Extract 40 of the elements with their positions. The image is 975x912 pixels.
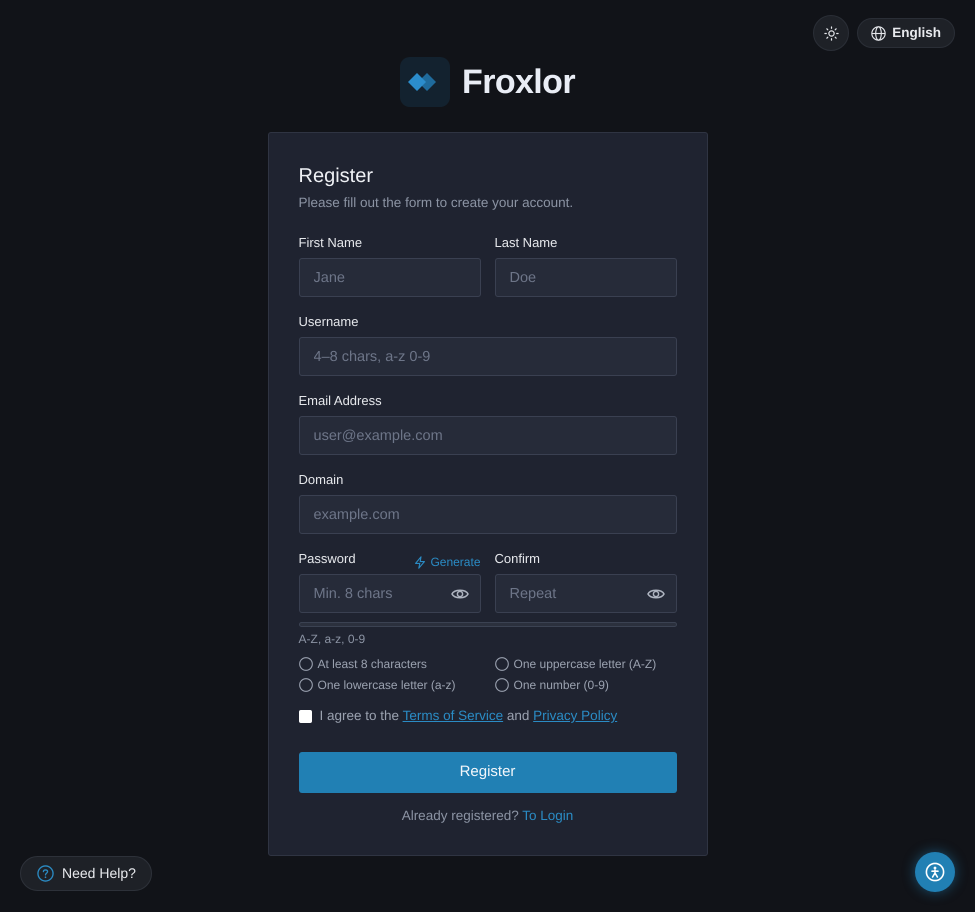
policy-link[interactable]: Terms of Service xyxy=(402,708,504,723)
sun-icon xyxy=(824,26,839,40)
theme-toggle-button[interactable] xyxy=(813,15,850,51)
logo-icon xyxy=(400,57,450,107)
language-button[interactable]: English xyxy=(857,18,955,48)
globe-icon xyxy=(871,26,886,40)
field-label: Confirm xyxy=(494,550,540,568)
login-prompt: Already registered? To Login xyxy=(400,807,574,825)
lightning-icon xyxy=(414,556,426,568)
password-hint: A-Z, a-z, 0-9 xyxy=(298,631,366,647)
password-field[interactable]: Repeat xyxy=(494,574,676,613)
field-label: Email Address xyxy=(298,392,382,410)
login-link[interactable]: To Login xyxy=(522,808,574,823)
password-field[interactable]: Min. 8 chars xyxy=(298,574,480,613)
question-icon xyxy=(37,865,54,882)
field-label: Username xyxy=(298,313,358,331)
form-title: Register xyxy=(298,164,374,189)
generate-link[interactable]: Generate xyxy=(414,553,480,571)
input-field[interactable]: 4–8 chars, a-z 0-9 xyxy=(298,337,676,376)
requirement-text: At least 8 characters xyxy=(318,656,427,672)
requirement-text: One lowercase letter (a-z) xyxy=(318,677,456,693)
field-label: Password xyxy=(298,550,356,568)
field-label: Domain xyxy=(298,471,344,489)
accessibility-button[interactable] xyxy=(915,852,955,892)
help-button[interactable]: Need Help? xyxy=(20,856,152,891)
person-circle-icon xyxy=(925,862,945,882)
field-label: Last Name xyxy=(494,234,558,252)
input-field[interactable]: user@example.com xyxy=(298,416,676,455)
form-subtitle: Please fill out the form to create your account. xyxy=(298,194,574,212)
policy-link[interactable]: Privacy Policy xyxy=(533,708,618,723)
requirement-text: One uppercase letter (A-Z) xyxy=(514,656,656,672)
input-field[interactable]: example.com xyxy=(298,495,676,534)
agreement-text: I agree to the Terms of Service and Privacy Policy xyxy=(320,707,618,725)
agree-checkbox[interactable] xyxy=(298,710,312,722)
brand-name: Froxlor xyxy=(462,62,575,103)
input-field[interactable]: Doe xyxy=(494,258,676,297)
requirement-text: One number (0-9) xyxy=(514,677,609,693)
input-field[interactable]: Jane xyxy=(298,258,480,297)
register-button[interactable]: Register xyxy=(298,752,676,793)
field-label: First Name xyxy=(298,234,362,252)
